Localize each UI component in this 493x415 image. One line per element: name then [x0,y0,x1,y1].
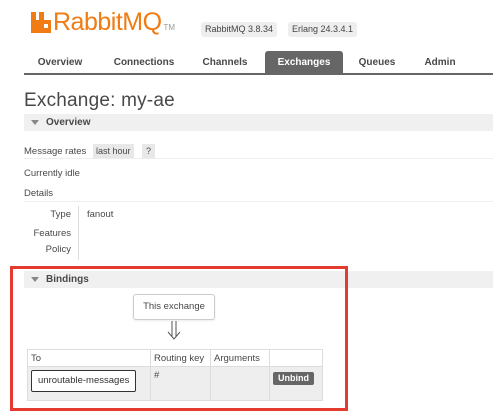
type-value: fanout [87,209,114,220]
bindings-highlight-box [10,266,348,411]
policy-label: Policy [45,244,71,255]
tab-channels[interactable]: Channels [190,51,260,75]
collapse-triangle-icon [31,120,39,125]
rabbit-logo-icon [31,11,51,33]
type-label: Type [50,209,71,220]
trademark: TM [163,23,176,32]
tab-admin[interactable]: Admin [412,51,468,75]
brand-name: RabbitMQ [53,8,162,36]
status-text: Currently idle [24,168,80,179]
features-label: Features [33,228,72,239]
tab-overview[interactable]: Overview [24,51,96,75]
rates-period-select[interactable]: last hour [93,144,134,158]
page-title: Exchange: my-ae [24,90,175,111]
rates-divider [24,158,493,159]
tab-queues[interactable]: Queues [349,51,405,75]
erlang-version: Erlang 24.3.4.1 [288,22,358,37]
rabbitmq-logo[interactable]: RabbitMQ TM [31,9,175,35]
details-vertical-divider [78,206,79,260]
overview-section-header[interactable]: Overview [24,114,493,131]
details-divider [24,201,493,202]
details-label: Details [24,188,54,199]
rabbitmq-version: RabbitMQ 3.8.34 [201,22,278,37]
overview-section-label: Overview [46,117,91,128]
main-nav-tabs: Overview Connections Channels Exchanges … [24,51,493,75]
tab-connections[interactable]: Connections [104,51,184,75]
help-icon[interactable]: ? [142,144,156,158]
tab-exchanges[interactable]: Exchanges [265,51,343,75]
message-rates-label: Message rates [24,146,87,157]
